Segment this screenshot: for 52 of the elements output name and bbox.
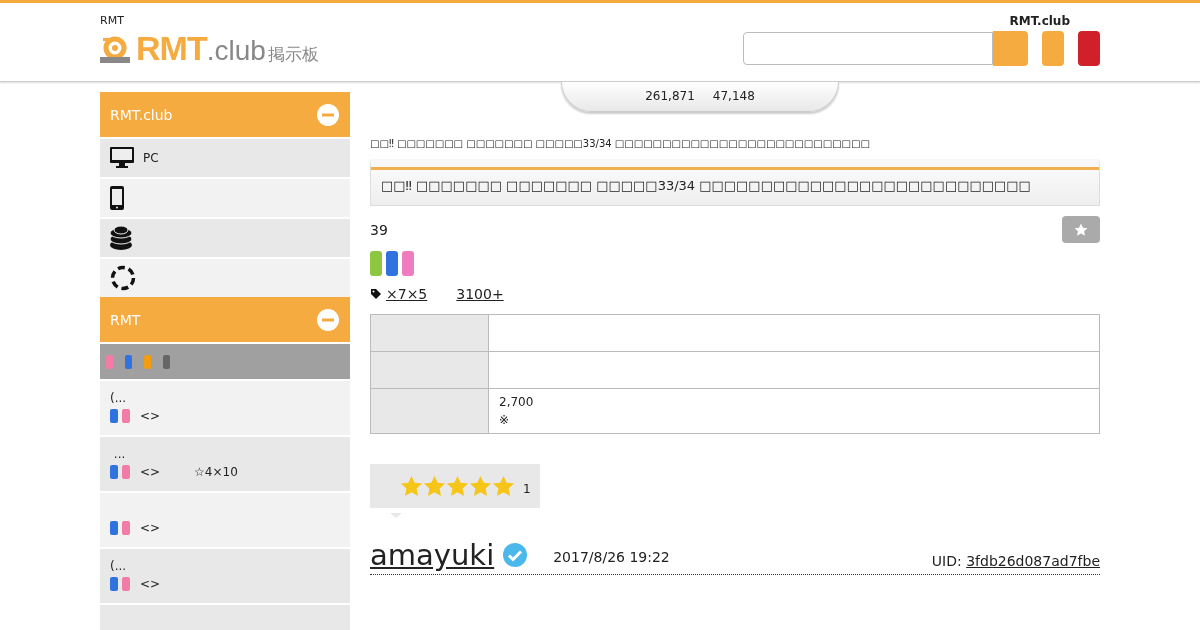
tag-icon [370,288,382,300]
category-pill[interactable] [106,354,113,369]
listing-item[interactable]: (... <> [100,379,350,435]
collapse-icon[interactable] [317,103,339,126]
listing-arrows: <> [140,465,161,479]
star-icon [423,474,446,498]
tagline: RMT [100,14,125,27]
search-button[interactable] [993,31,1028,66]
listing-title: (... [110,391,128,407]
dashed-circle-icon [110,265,136,291]
tag-link[interactable]: ×7×5 [386,286,428,302]
star-icon [469,474,492,498]
site-logo[interactable]: RMT.club掲示板 [100,29,319,68]
user-button[interactable] [1042,31,1064,66]
cell-text: ※ [499,412,511,429]
listing-title: (... [110,559,128,575]
uid-label: UID: [931,553,962,569]
listing-item[interactable]: (... <> [100,547,350,603]
tag-link[interactable]: 3100+ [456,286,504,302]
listing-arrows: <> [140,577,161,591]
listing-arrows: <> [140,409,161,423]
sidebar-item[interactable] [100,217,350,257]
category-pill[interactable] [125,354,132,369]
breadcrumb: □□‼ □□□□□□□ □□□□□□□ □□□□□33/34 □□□□□□□□□□□□□□□□□□□□□□□□□□□ [370,138,871,149]
post-number: 39 [370,221,388,238]
cell-text: 2,700 [499,394,535,411]
uid-link[interactable]: 3fdb26d087ad7fbe [966,553,1100,569]
search-field[interactable] [743,32,993,65]
listing-rating: ☆4×10 [194,465,238,479]
monitor-icon [110,147,134,169]
category-pill[interactable] [163,354,170,369]
coins-icon [110,225,132,251]
phone-icon [110,186,124,210]
post-button[interactable] [1078,31,1100,66]
post-title: □□‼ □□□□□□□ □□□□□□□ □□□□□33/34 □□□□□□□□□□□□□□□□□□□□□□□□□□□ [370,159,1100,206]
collapse-icon[interactable] [317,308,339,331]
listing-arrows: <> [140,521,161,535]
category-pill[interactable] [144,354,151,369]
listing-title: ... [112,447,127,463]
listing-item[interactable]: <> [100,491,350,547]
post-date: 2017/8/26 19:22 [553,549,670,565]
sidebar-item[interactable]: PC [100,137,350,177]
stats-panel: 261,871 47,148 [561,82,839,112]
star-icon [400,474,423,498]
favorite-button[interactable] [1062,216,1100,243]
rating-count: 1 [523,482,531,496]
listing-item[interactable]: ... <> ☆4×10 [100,435,350,491]
author-name[interactable]: amayuki [370,538,495,572]
star-icon [492,474,515,498]
site-name: RMT.club [1009,14,1070,28]
star-icon [446,474,469,498]
star-icon [1074,222,1088,237]
